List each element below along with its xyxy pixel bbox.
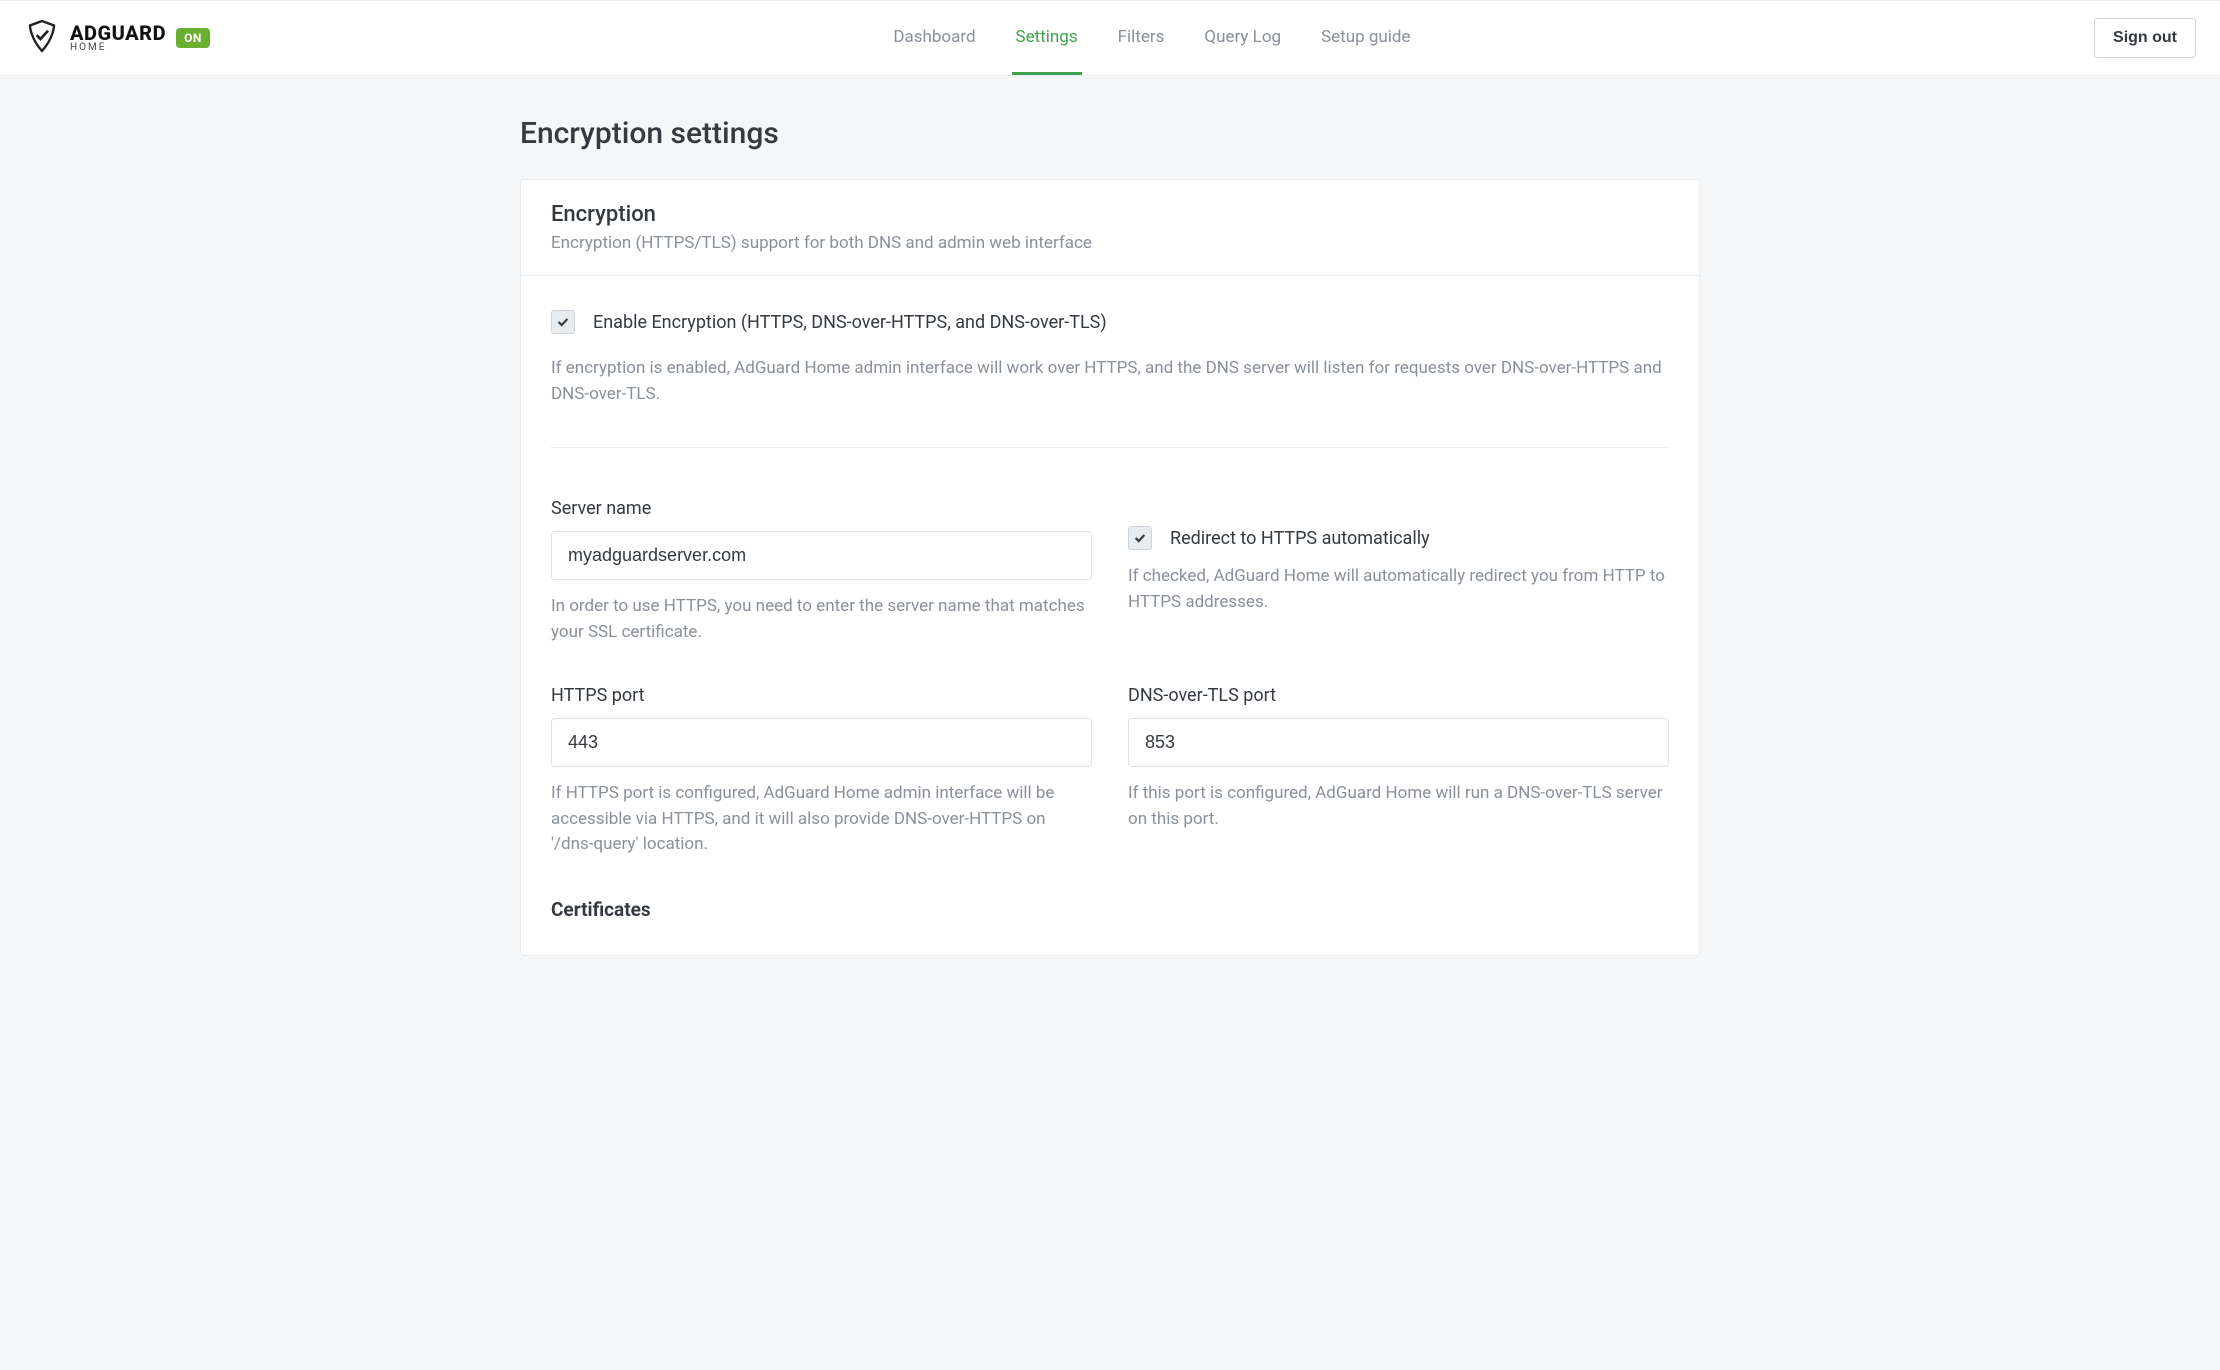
https-port-input[interactable]	[551, 718, 1092, 767]
server-redirect-row: Server name In order to use HTTPS, you n…	[551, 498, 1669, 645]
dns-tls-port-input[interactable]	[1128, 718, 1669, 767]
divider	[551, 447, 1669, 448]
ports-row: HTTPS port If HTTPS port is configured, …	[551, 685, 1669, 858]
enable-encryption-row: Enable Encryption (HTTPS, DNS-over-HTTPS…	[551, 310, 1669, 334]
server-name-desc: In order to use HTTPS, you need to enter…	[551, 594, 1092, 645]
https-port-label: HTTPS port	[551, 685, 1092, 706]
dns-tls-port-desc: If this port is configured, AdGuard Home…	[1128, 781, 1669, 832]
server-name-input[interactable]	[551, 531, 1092, 580]
redirect-group: Redirect to HTTPS automatically If check…	[1128, 498, 1669, 645]
nav-query-log[interactable]: Query Log	[1200, 1, 1285, 75]
nav-dashboard[interactable]: Dashboard	[889, 1, 979, 75]
redirect-checkbox[interactable]	[1128, 526, 1152, 550]
nav-settings[interactable]: Settings	[1012, 1, 1082, 75]
card-subtitle: Encryption (HTTPS/TLS) support for both …	[551, 233, 1669, 253]
page-content: Encryption settings Encryption Encryptio…	[520, 76, 1700, 956]
redirect-desc: If checked, AdGuard Home will automatica…	[1128, 564, 1669, 615]
dns-tls-port-group: DNS-over-TLS port If this port is config…	[1128, 685, 1669, 858]
enable-encryption-desc: If encryption is enabled, AdGuard Home a…	[551, 356, 1669, 407]
dns-tls-port-label: DNS-over-TLS port	[1128, 685, 1669, 706]
card-header: Encryption Encryption (HTTPS/TLS) suppor…	[521, 180, 1699, 276]
page-title: Encryption settings	[520, 116, 1700, 151]
server-name-label: Server name	[551, 498, 1092, 519]
encryption-card: Encryption Encryption (HTTPS/TLS) suppor…	[520, 179, 1700, 956]
redirect-label: Redirect to HTTPS automatically	[1170, 528, 1430, 549]
nav-filters[interactable]: Filters	[1114, 1, 1169, 75]
card-title: Encryption	[551, 202, 1669, 227]
enable-encryption-checkbox[interactable]	[551, 310, 575, 334]
nav-setup-guide[interactable]: Setup guide	[1317, 1, 1414, 75]
brand-sub: HOME	[70, 43, 166, 53]
enable-encryption-label: Enable Encryption (HTTPS, DNS-over-HTTPS…	[593, 312, 1107, 333]
brand-text: ADGUARD HOME	[70, 23, 166, 53]
main-nav: Dashboard Settings Filters Query Log Set…	[889, 1, 1414, 75]
app-header: ADGUARD HOME ON Dashboard Settings Filte…	[0, 0, 2220, 76]
redirect-row: Redirect to HTTPS automatically	[1128, 526, 1669, 550]
card-body: Enable Encryption (HTTPS, DNS-over-HTTPS…	[521, 276, 1699, 955]
brand[interactable]: ADGUARD HOME ON	[24, 18, 210, 58]
shield-logo-icon	[24, 18, 60, 58]
https-port-group: HTTPS port If HTTPS port is configured, …	[551, 685, 1092, 858]
certificates-heading: Certificates	[551, 898, 1669, 921]
sign-out-button[interactable]: Sign out	[2094, 18, 2196, 58]
https-port-desc: If HTTPS port is configured, AdGuard Hom…	[551, 781, 1092, 858]
check-icon	[1133, 531, 1147, 545]
brand-main: ADGUARD	[70, 23, 166, 43]
server-name-group: Server name In order to use HTTPS, you n…	[551, 498, 1092, 645]
status-badge: ON	[176, 28, 210, 48]
check-icon	[556, 315, 570, 329]
